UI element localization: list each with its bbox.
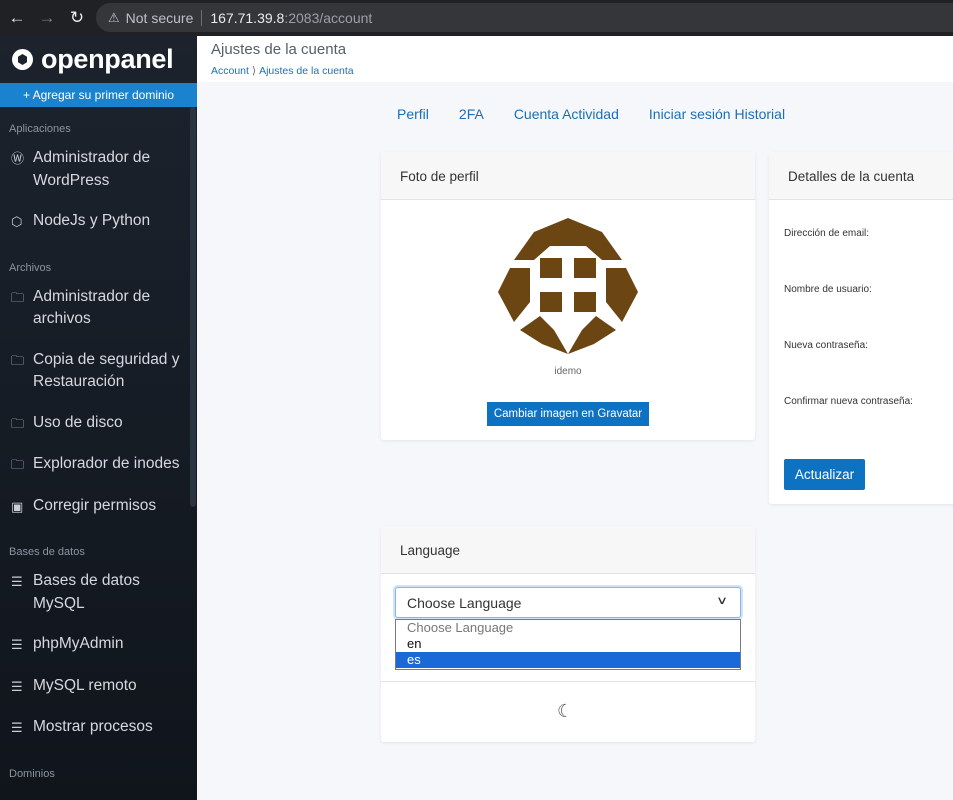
database-icon: ☰ — [11, 574, 23, 589]
url-host: 167.71.39.8 — [210, 9, 285, 26]
sidebar-item-label: MySQL remoto — [33, 676, 137, 694]
openpanel-logo-icon — [12, 49, 33, 70]
tab-login-history[interactable]: Iniciar sesión Historial — [649, 106, 785, 122]
sidebar-item-label: Explorador de inodes — [33, 455, 180, 472]
card-divider — [381, 681, 755, 682]
permissions-icon: ▣ — [11, 498, 24, 514]
url-path: :2083/account — [284, 9, 373, 26]
reload-icon[interactable]: ↻ — [64, 5, 90, 31]
sidebar-item-label: Administrador de archivos — [33, 287, 151, 328]
sidebar: openpanel + Agregar su primer dominio Ap… — [0, 36, 197, 800]
back-icon[interactable]: ← — [4, 5, 30, 31]
tab-perfil[interactable]: Perfil — [397, 106, 429, 122]
sidebar-scrollbar[interactable] — [190, 107, 196, 507]
avatar — [498, 218, 638, 354]
sidebar-item[interactable]: Ⓦ Administrador de WordPress — [0, 141, 197, 204]
sidebar-section-label: Dominios — [9, 767, 55, 780]
sidebar-section-label: Bases de datos — [9, 546, 85, 558]
sidebar-item[interactable]: ▣ Corregir permisos — [0, 489, 197, 531]
sidebar-item-label: Copia de seguridad y Restauración — [33, 350, 180, 391]
sidebar-item[interactable]: ⬡ NodeJs y Python — [0, 204, 197, 246]
sidebar-item[interactable]: 🗀 Uso de disco — [0, 406, 197, 448]
option-en[interactable]: en — [396, 636, 740, 652]
tab-2fa[interactable]: 2FA — [459, 106, 484, 122]
email-label: Dirección de email: — [784, 228, 870, 239]
breadcrumb-account[interactable]: Account — [211, 65, 249, 77]
sidebar-item-label: NodeJs y Python — [33, 212, 151, 229]
account-tabs: Perfil 2FA Cuenta Actividad Iniciar sesi… — [397, 106, 785, 122]
sidebar-item[interactable]: ☰ Bases de datos MySQL — [0, 564, 197, 627]
address-divider — [201, 9, 203, 26]
update-button[interactable]: Actualizar — [784, 459, 865, 490]
sidebar-item[interactable]: ☰ Mostrar procesos — [0, 710, 197, 752]
sidebar-item[interactable]: 🗀 Explorador de inodes — [0, 447, 197, 489]
processes-icon: ☰ — [11, 720, 23, 735]
sidebar-item[interactable]: ☰ MySQL remoto — [0, 669, 197, 711]
language-select-value: Choose Language — [407, 595, 522, 611]
folder-icon: 🗀 — [11, 289, 25, 305]
sidebar-item-label: Administrador de WordPress — [33, 149, 151, 189]
sidebar-item[interactable]: 🗀 Copia de seguridad y Restauración — [0, 343, 197, 406]
card-title: Foto de perfil — [381, 152, 755, 200]
backup-folder-icon: 🗀 — [11, 352, 25, 368]
page-header: Ajustes de la cuenta Account ⟩ Ajustes de … — [197, 36, 953, 82]
page-title: Ajustes de la cuenta — [211, 41, 347, 58]
sidebar-section-label: Aplicaciones — [9, 123, 71, 135]
remote-mysql-icon: ☰ — [11, 678, 23, 694]
browser-toolbar: ← → ↻ ⚠ Not secure 167.71.39.8:2083/acco… — [0, 0, 953, 36]
forward-icon[interactable]: → — [34, 5, 60, 31]
sidebar-item[interactable]: ☰ phpMyAdmin — [0, 627, 197, 669]
breadcrumb: Account ⟩ Ajustes de la cuenta — [211, 65, 953, 77]
option-es[interactable]: es — [396, 652, 740, 668]
address-bar[interactable]: ⚠ Not secure 167.71.39.8:2083/account — [96, 3, 953, 32]
sidebar-item-label: Corregir permisos — [33, 496, 157, 514]
sidebar-section-label: Archivos — [9, 261, 52, 274]
sidebar-item-label: Bases de datos MySQL — [33, 572, 140, 612]
warning-icon: ⚠ — [108, 9, 120, 25]
new-password-label: Nueva contraseña: — [784, 340, 868, 351]
profile-photo-card: Foto de perfil idemo Cambiar imagen en G… — [381, 152, 755, 440]
card-title: Detalles de la cuenta — [769, 152, 953, 200]
username-label: idemo — [554, 366, 582, 377]
inodes-icon: 🗀 — [11, 457, 25, 472]
change-gravatar-button[interactable]: Cambiar imagen en Gravatar — [487, 402, 649, 426]
sidebar-item-label: Uso de disco — [33, 413, 123, 431]
language-options: Choose Language en es — [395, 619, 741, 670]
breadcrumb-separator-icon: ⟩ — [251, 65, 257, 77]
security-label: Not secure — [125, 9, 194, 26]
sidebar-item[interactable]: 🗀 Administrador de archivos — [0, 280, 197, 343]
sidebar-item-label: Mostrar procesos — [33, 718, 153, 735]
card-title: Language — [381, 526, 755, 574]
main-content: Ajustes de la cuenta Account ⟩ Ajustes de … — [197, 36, 953, 800]
brand-logo[interactable]: openpanel — [0, 36, 197, 83]
wordpress-icon: Ⓦ — [11, 151, 25, 166]
sidebar-nav: Aplicaciones Ⓦ Administrador de WordPress ⬡… — [0, 107, 197, 786]
moon-icon[interactable]: ☾ — [557, 701, 573, 722]
disk-usage-icon: 🗀 — [11, 415, 25, 431]
confirm-password-label: Confirmar nueva contraseña: — [784, 396, 913, 407]
sidebar-item-label: phpMyAdmin — [33, 635, 124, 652]
username-field-label: Nombre de usuario: — [784, 284, 872, 295]
brand-name: openpanel — [41, 44, 174, 74]
language-select[interactable]: Choose Language ∨ — [395, 587, 741, 618]
account-details-card: Detalles de la cuenta Dirección de email… — [769, 152, 953, 504]
nodejs-icon: ⬡ — [11, 214, 23, 229]
option-choose-language[interactable]: Choose Language — [396, 620, 740, 636]
tab-activity[interactable]: Cuenta Actividad — [514, 106, 619, 122]
phpmyadmin-icon: ☰ — [11, 637, 23, 652]
breadcrumb-current[interactable]: Ajustes de la cuenta — [259, 65, 354, 77]
chevron-down-icon: ∨ — [715, 595, 729, 607]
add-domain-button[interactable]: + Agregar su primer dominio — [0, 83, 197, 107]
